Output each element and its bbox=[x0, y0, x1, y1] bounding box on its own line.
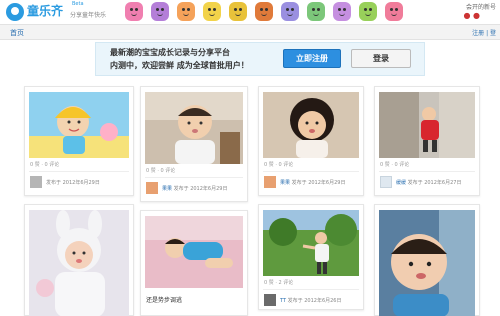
nav-bar: 首页 注册 | 登 bbox=[0, 24, 500, 40]
face-icon-green[interactable] bbox=[307, 2, 325, 21]
site-logo[interactable]: 童乐齐 Beta 分享童年快乐 bbox=[6, 1, 106, 22]
post-date: 发布于 2012年6月27日 bbox=[407, 180, 462, 186]
post-date: 发布于 2012年6月29日 bbox=[46, 180, 100, 186]
photo-card[interactable]: 还是势步调逃 bbox=[140, 210, 248, 316]
post-date: 发布于 2012年6月29日 bbox=[173, 186, 228, 192]
logo-text: 童乐齐 bbox=[27, 4, 64, 18]
promo-banner: 最新潮的宝宝成长记录与分享平台 内测中，欢迎尝鲜 成为全球首批用户！ 立即注册 … bbox=[95, 42, 425, 76]
face-icon-purple[interactable] bbox=[151, 2, 169, 21]
card-stats: 0 赞 · 0 评论 bbox=[146, 168, 176, 174]
card-divider bbox=[379, 171, 475, 172]
beta-label: Beta bbox=[72, 1, 84, 7]
author-name[interactable]: 果果 bbox=[162, 186, 172, 192]
face-icon-orange[interactable] bbox=[177, 2, 195, 21]
avatar[interactable] bbox=[380, 176, 392, 188]
photo-grid: 0 赞 · 0 评论 发布于 2012年6月29日 0 赞 · 0 评论 果果 … bbox=[0, 80, 500, 316]
card-divider bbox=[145, 177, 243, 178]
photo-child-outdoors[interactable] bbox=[263, 210, 359, 276]
avatar[interactable] bbox=[264, 176, 276, 188]
photo-card[interactable]: 0 赞 · 2 评论 TT 发布于 2012年6月26日 bbox=[258, 204, 364, 310]
face-icon-pink[interactable] bbox=[125, 2, 143, 21]
post-date: 发布于 2012年6月29日 bbox=[291, 180, 346, 186]
face-icon-lime[interactable] bbox=[359, 2, 377, 21]
card-stats: 0 赞 · 0 评论 bbox=[380, 162, 410, 168]
author-name[interactable]: 果果 bbox=[280, 180, 290, 186]
author-name[interactable]: 缓缓 bbox=[396, 180, 406, 186]
photo-card[interactable]: 0 赞 · 0 评论 发布于 2012年6月29日 bbox=[24, 86, 134, 196]
face-icon-rose[interactable] bbox=[385, 2, 403, 21]
photo-card[interactable]: 0 赞 · 0 评论 缓缓 发布于 2012年6月27日 bbox=[374, 86, 480, 196]
user-status-icons[interactable]: ● ● bbox=[463, 11, 480, 20]
register-button[interactable]: 立即注册 bbox=[283, 49, 341, 68]
face-icon-amber[interactable] bbox=[255, 2, 273, 21]
photo-baby-sleeping[interactable] bbox=[145, 216, 243, 288]
face-icon-gold[interactable] bbox=[229, 2, 247, 21]
user-links[interactable]: 会开的新号 bbox=[466, 2, 496, 11]
photo-baby-yellow-hat[interactable] bbox=[29, 92, 129, 158]
banner-subline: 内测中，欢迎尝鲜 成为全球首批用户！ bbox=[110, 61, 249, 70]
photo-card[interactable]: 0 赞 · 0 评论 果果 发布于 2012年6月29日 bbox=[258, 86, 364, 196]
avatar[interactable] bbox=[264, 294, 276, 306]
card-divider bbox=[263, 171, 359, 172]
card-stats: 0 赞 · 0 评论 bbox=[264, 162, 294, 168]
author-name[interactable]: TT bbox=[280, 298, 286, 304]
avatar[interactable] bbox=[30, 176, 42, 188]
photo-card[interactable] bbox=[374, 204, 480, 316]
photo-baby-closeup[interactable] bbox=[379, 210, 475, 316]
post-date: 发布于 2012年6月26日 bbox=[287, 298, 342, 304]
logo-mark-icon bbox=[6, 3, 24, 21]
card-stats: 0 赞 · 0 评论 bbox=[30, 162, 60, 168]
photo-child-red-coat[interactable] bbox=[379, 92, 475, 158]
face-icon-lavender[interactable] bbox=[281, 2, 299, 21]
face-icon-yellow[interactable] bbox=[203, 2, 221, 21]
login-button[interactable]: 登录 bbox=[351, 49, 411, 68]
photo-baby-curly-hair[interactable] bbox=[263, 92, 359, 158]
card-divider bbox=[29, 171, 129, 172]
photo-baby-bunny-hat[interactable] bbox=[29, 210, 129, 316]
card-caption: 还是势步调逃 bbox=[146, 297, 183, 304]
card-divider bbox=[263, 289, 359, 290]
nav-auth-links[interactable]: 注册 | 登 bbox=[472, 28, 496, 37]
card-stats: 0 赞 · 2 评论 bbox=[264, 280, 294, 286]
site-header: 童乐齐 Beta 分享童年快乐 会开的新号 ● ● bbox=[0, 0, 500, 24]
photo-card[interactable]: 0 赞 · 0 评论 果果 发布于 2012年6月29日 bbox=[140, 86, 248, 202]
photo-baby-in-room[interactable] bbox=[145, 92, 243, 164]
photo-card[interactable] bbox=[24, 204, 134, 316]
logo-tagline: 分享童年快乐 bbox=[70, 12, 107, 19]
banner-headline: 最新潮的宝宝成长记录与分享平台 bbox=[110, 48, 230, 57]
nav-home-link[interactable]: 首页 bbox=[10, 28, 24, 38]
face-icon-violet[interactable] bbox=[333, 2, 351, 21]
avatar[interactable] bbox=[146, 182, 158, 194]
